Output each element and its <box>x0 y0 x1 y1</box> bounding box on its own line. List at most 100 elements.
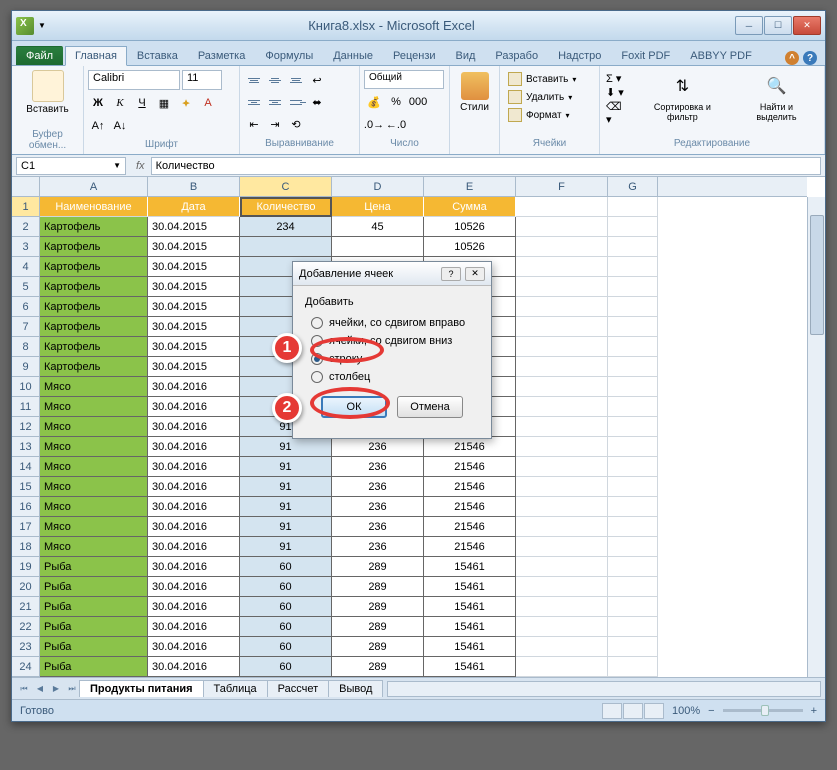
cell-B6[interactable]: 30.04.2015 <box>148 297 240 317</box>
border-button[interactable]: ▦ <box>154 93 174 113</box>
cell-F20[interactable] <box>516 577 608 597</box>
row-header-19[interactable]: 19 <box>12 557 39 577</box>
ribbon-tab-4[interactable]: Данные <box>323 46 383 65</box>
row-header-2[interactable]: 2 <box>12 217 39 237</box>
cell-A19[interactable]: Рыба <box>40 557 148 577</box>
column-header-A[interactable]: A <box>40 177 148 196</box>
delete-cells-button[interactable]: Удалить▾ <box>504 88 595 106</box>
fill-button[interactable]: ⬇ ▾ <box>606 86 630 99</box>
align-left-button[interactable] <box>244 92 264 112</box>
row-header-8[interactable]: 8 <box>12 337 39 357</box>
cell-C21[interactable]: 60 <box>240 597 332 617</box>
column-header-G[interactable]: G <box>608 177 658 196</box>
align-bottom-button[interactable] <box>286 70 306 90</box>
row-header-21[interactable]: 21 <box>12 597 39 617</box>
cell-D3[interactable] <box>332 237 424 257</box>
cell-A15[interactable]: Мясо <box>40 477 148 497</box>
cell-A14[interactable]: Мясо <box>40 457 148 477</box>
cell-B9[interactable]: 30.04.2015 <box>148 357 240 377</box>
cell-F16[interactable] <box>516 497 608 517</box>
cell-A12[interactable]: Мясо <box>40 417 148 437</box>
cell-G13[interactable] <box>608 437 658 457</box>
cell-A21[interactable]: Рыба <box>40 597 148 617</box>
cell-F18[interactable] <box>516 537 608 557</box>
percent-button[interactable]: % <box>386 92 406 112</box>
file-tab[interactable]: Файл <box>16 46 63 65</box>
cell-A5[interactable]: Картофель <box>40 277 148 297</box>
sheet-tab-0[interactable]: Продукты питания <box>79 680 204 697</box>
cell-B15[interactable]: 30.04.2016 <box>148 477 240 497</box>
row-header-16[interactable]: 16 <box>12 497 39 517</box>
align-right-button[interactable] <box>286 92 306 112</box>
cell-E21[interactable]: 15461 <box>424 597 516 617</box>
cell-A20[interactable]: Рыба <box>40 577 148 597</box>
cell-E16[interactable]: 21546 <box>424 497 516 517</box>
font-name-select[interactable]: Calibri <box>88 70 180 90</box>
radio-option-3[interactable]: столбец <box>305 368 479 386</box>
cell-G10[interactable] <box>608 377 658 397</box>
column-header-C[interactable]: C <box>240 177 332 196</box>
zoom-out-button[interactable]: − <box>708 705 714 717</box>
cell-A24[interactable]: Рыба <box>40 657 148 677</box>
cell-F19[interactable] <box>516 557 608 577</box>
cell-G3[interactable] <box>608 237 658 257</box>
cell-A3[interactable]: Картофель <box>40 237 148 257</box>
row-header-1[interactable]: 1 <box>12 197 39 217</box>
cell-F23[interactable] <box>516 637 608 657</box>
column-header-D[interactable]: D <box>332 177 424 196</box>
autosum-button[interactable]: Σ ▾ <box>606 72 630 85</box>
wrap-text-button[interactable]: ↩ <box>307 70 327 90</box>
currency-button[interactable]: 💰 <box>364 92 384 112</box>
ribbon-minimize-icon[interactable]: ^ <box>785 51 799 65</box>
cell-B20[interactable]: 30.04.2016 <box>148 577 240 597</box>
row-header-11[interactable]: 11 <box>12 397 39 417</box>
cell-G16[interactable] <box>608 497 658 517</box>
cell-A9[interactable]: Картофель <box>40 357 148 377</box>
cancel-button[interactable]: Отмена <box>397 396 463 418</box>
row-header-23[interactable]: 23 <box>12 637 39 657</box>
cell-F7[interactable] <box>516 317 608 337</box>
row-header-13[interactable]: 13 <box>12 437 39 457</box>
cell-G20[interactable] <box>608 577 658 597</box>
cell-D14[interactable]: 236 <box>332 457 424 477</box>
cell-A10[interactable]: Мясо <box>40 377 148 397</box>
cell-B18[interactable]: 30.04.2016 <box>148 537 240 557</box>
column-header-B[interactable]: B <box>148 177 240 196</box>
align-top-button[interactable] <box>244 70 264 90</box>
cell-E17[interactable]: 21546 <box>424 517 516 537</box>
cell-F13[interactable] <box>516 437 608 457</box>
cell-D21[interactable]: 289 <box>332 597 424 617</box>
cell-B4[interactable]: 30.04.2015 <box>148 257 240 277</box>
row-header-9[interactable]: 9 <box>12 357 39 377</box>
cell-G5[interactable] <box>608 277 658 297</box>
styles-button[interactable]: Стили <box>454 70 495 115</box>
page-layout-view-button[interactable] <box>623 703 643 719</box>
cell-G7[interactable] <box>608 317 658 337</box>
ribbon-tab-6[interactable]: Вид <box>446 46 486 65</box>
cell-E24[interactable]: 15461 <box>424 657 516 677</box>
vertical-scrollbar[interactable] <box>807 197 825 677</box>
cell-G19[interactable] <box>608 557 658 577</box>
cell-E22[interactable]: 15461 <box>424 617 516 637</box>
shrink-font-button[interactable]: A↓ <box>110 116 130 136</box>
sheet-tab-1[interactable]: Таблица <box>203 680 268 697</box>
ok-button[interactable]: ОК <box>321 396 387 418</box>
row-header-20[interactable]: 20 <box>12 577 39 597</box>
cell-D15[interactable]: 236 <box>332 477 424 497</box>
cell-D13[interactable]: 236 <box>332 437 424 457</box>
cell-C17[interactable]: 91 <box>240 517 332 537</box>
maximize-button[interactable]: ☐ <box>764 16 792 35</box>
cell-A22[interactable]: Рыба <box>40 617 148 637</box>
ribbon-tab-5[interactable]: Рецензи <box>383 46 446 65</box>
cell-F12[interactable] <box>516 417 608 437</box>
decrease-decimal-button[interactable]: ←.0 <box>386 115 406 135</box>
ribbon-tab-7[interactable]: Разрабо <box>485 46 548 65</box>
insert-cells-button[interactable]: Вставить▾ <box>504 70 595 88</box>
fill-color-button[interactable]: 🟆 <box>176 93 196 113</box>
row-header-12[interactable]: 12 <box>12 417 39 437</box>
zoom-level[interactable]: 100% <box>672 705 700 717</box>
cell-F1[interactable] <box>516 197 608 217</box>
cell-G23[interactable] <box>608 637 658 657</box>
cell-C18[interactable]: 91 <box>240 537 332 557</box>
row-header-24[interactable]: 24 <box>12 657 39 677</box>
